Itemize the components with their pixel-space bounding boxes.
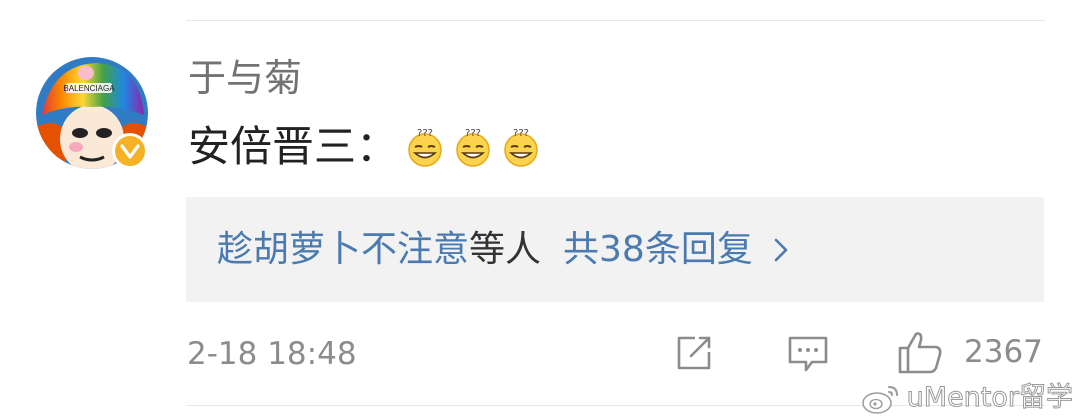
sweat-grin-emoji-icon: ??? [408, 128, 442, 167]
svg-text:???: ??? [513, 128, 529, 139]
replies-summary: 趁胡萝卜不注意 等人 共38条回复 [217, 227, 789, 273]
svg-text:???: ??? [417, 128, 433, 139]
comment-timestamp: 2-18 18:48 [187, 336, 357, 372]
weibo-logo-icon [861, 386, 898, 414]
reply-user-link[interactable]: 趁胡萝卜不注意 [217, 227, 469, 273]
comment-text: 安倍晋三： [188, 122, 399, 171]
svg-text:BALENCIAGA: BALENCIAGA [63, 84, 115, 93]
svg-text:???: ??? [465, 128, 481, 139]
sweat-grin-emoji-icon: ??? [504, 128, 538, 167]
watermark-text: uMentor留学 [906, 382, 1073, 414]
replies-preview[interactable]: 趁胡萝卜不注意 等人 共38条回复 [186, 197, 1044, 302]
avatar[interactable]: BALENCIAGA [36, 57, 148, 169]
comment-button[interactable] [786, 334, 830, 374]
sweat-grin-emoji-icon: ??? [456, 128, 490, 167]
reply-count-link[interactable]: 共38条回复 [563, 227, 753, 273]
comment-icon [788, 336, 828, 372]
thumbs-up-icon [898, 332, 942, 374]
like-button[interactable]: 2367 [896, 328, 1043, 376]
comment-body: 安倍晋三： ??? ??? ??? [188, 122, 542, 172]
chevron-right-icon [774, 238, 788, 262]
verified-badge-icon [112, 133, 148, 169]
reply-suffix-text: 等人 [469, 229, 542, 270]
share-icon [677, 336, 711, 370]
username[interactable]: 于与菊 [188, 56, 302, 100]
like-count: 2367 [964, 334, 1043, 370]
share-button[interactable] [673, 332, 715, 374]
watermark: uMentor留学 [861, 380, 1074, 416]
top-divider [186, 20, 1045, 21]
